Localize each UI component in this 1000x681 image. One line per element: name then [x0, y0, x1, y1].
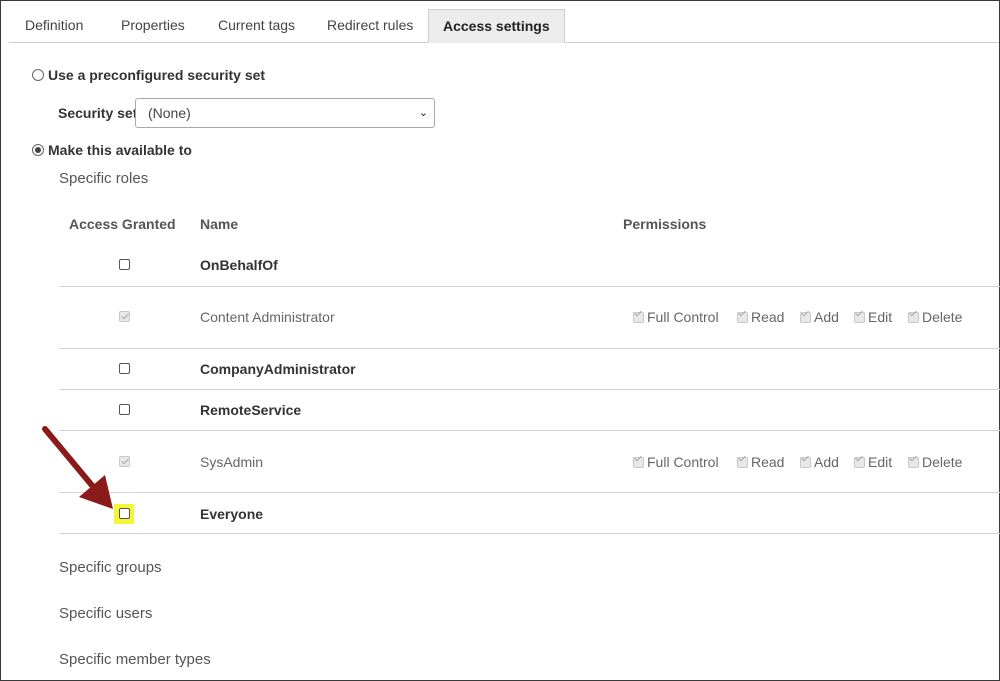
permission-edit: Edit [854, 309, 892, 325]
permission-checkbox [633, 456, 644, 468]
access-checkbox [119, 311, 130, 322]
make-available-radio[interactable] [32, 144, 44, 156]
header-access-granted: Access Granted [69, 216, 176, 232]
row-divider [59, 430, 1000, 431]
permission-checkbox [800, 456, 811, 468]
permission-read: Read [737, 309, 784, 325]
access-checkbox [119, 456, 130, 467]
tab-properties[interactable]: Properties [107, 9, 199, 43]
access-checkbox[interactable] [119, 259, 130, 270]
access-settings-panel: Definition Properties Current tags Redir… [0, 0, 1000, 681]
permission-label: Read [751, 309, 785, 325]
permission-label: Edit [868, 454, 893, 470]
permission-label: Read [751, 454, 785, 470]
make-available-label: Make this available to [48, 142, 192, 158]
tab-current-tags[interactable]: Current tags [204, 9, 309, 43]
permission-add: Add [800, 309, 839, 325]
tab-bar: Definition Properties Current tags Redir… [9, 1, 999, 43]
specific-member-types-title[interactable]: Specific member types [59, 651, 211, 668]
row-divider [59, 286, 1000, 287]
row-divider [59, 533, 1000, 534]
permission-label: Full Control [647, 454, 719, 470]
red-arrow-annotation-icon [42, 426, 113, 509]
permission-edit: Edit [854, 454, 892, 470]
permission-delete: Delete [908, 309, 962, 325]
permission-checkbox [908, 456, 919, 468]
permission-label: Add [814, 309, 839, 325]
role-name: CompanyAdministrator [200, 361, 356, 377]
permission-checkbox [737, 456, 748, 468]
permission-add: Add [800, 454, 839, 470]
specific-groups-title[interactable]: Specific groups [59, 559, 162, 576]
permission-checkbox [633, 311, 644, 323]
access-checkbox[interactable] [119, 404, 130, 415]
permission-label: Delete [922, 309, 963, 325]
row-divider [59, 492, 1000, 493]
permission-full-control: Full Control [633, 309, 719, 325]
role-name: Content Administrator [200, 309, 335, 325]
access-checkbox[interactable] [119, 363, 130, 374]
permission-label: Delete [922, 454, 963, 470]
specific-users-title[interactable]: Specific users [59, 605, 152, 622]
row-divider [59, 348, 1000, 349]
permission-label: Full Control [647, 309, 719, 325]
role-name: OnBehalfOf [200, 257, 278, 273]
permission-delete: Delete [908, 454, 962, 470]
permission-checkbox [854, 456, 865, 468]
chevron-down-icon: ⌄ [418, 107, 428, 119]
role-name: Everyone [200, 506, 264, 522]
security-set-label: Security set [58, 105, 138, 121]
make-available-option[interactable]: Make this available to [32, 142, 192, 158]
permission-read: Read [737, 454, 784, 470]
role-name: SysAdmin [200, 454, 264, 470]
permission-checkbox [908, 311, 919, 323]
header-permissions: Permissions [623, 216, 707, 232]
row-divider [59, 389, 1000, 390]
permission-label: Edit [868, 309, 893, 325]
tab-access-settings[interactable]: Access settings [428, 9, 565, 43]
security-set-value: (None) [148, 105, 191, 121]
security-set-select[interactable]: (None) ⌄ [135, 98, 435, 128]
permission-checkbox [854, 311, 865, 323]
specific-roles-title[interactable]: Specific roles [59, 170, 148, 187]
preconfigured-radio[interactable] [32, 69, 44, 81]
preconfigured-option[interactable]: Use a preconfigured security set [32, 67, 265, 83]
everyone-access-checkbox[interactable] [119, 508, 130, 519]
preconfigured-label: Use a preconfigured security set [48, 67, 266, 83]
permission-checkbox [737, 311, 748, 323]
header-name: Name [200, 216, 239, 232]
permission-checkbox [800, 311, 811, 323]
tab-definition[interactable]: Definition [11, 9, 97, 43]
permission-full-control: Full Control [633, 454, 719, 470]
tab-redirect-rules[interactable]: Redirect rules [313, 9, 427, 43]
role-name: RemoteService [200, 402, 302, 418]
permission-label: Add [814, 454, 839, 470]
